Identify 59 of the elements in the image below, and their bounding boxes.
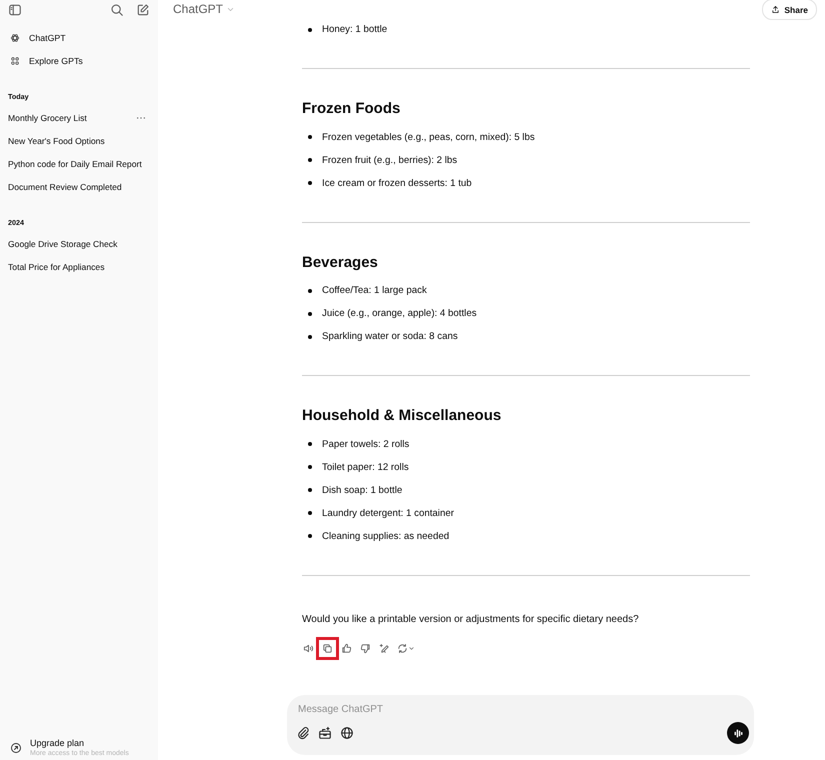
bullet-icon	[308, 28, 312, 32]
chat-history-item[interactable]: Document Review Completed	[8, 182, 122, 192]
section-heading: Household & Miscellaneous	[302, 406, 502, 426]
bullet-icon	[308, 334, 312, 338]
list-item-text: Ice cream or frozen desserts: 1 tub	[322, 178, 472, 188]
pen-plus-icon	[379, 642, 390, 654]
chat-history-item[interactable]: Google Drive Storage Check	[8, 238, 118, 248]
bullet-icon	[308, 288, 312, 292]
list-item-text: Toilet paper: 12 rolls	[322, 462, 409, 472]
caret-icon	[408, 644, 415, 652]
bullet-icon	[308, 158, 312, 162]
list-item-text: Juice (e.g., orange, apple): 4 bottles	[322, 308, 477, 319]
bullet-icon	[308, 511, 312, 515]
bullet-icon	[308, 135, 312, 139]
copy-button[interactable]	[316, 636, 339, 660]
list-item-text: Paper towels: 2 rolls	[322, 438, 410, 450]
speaker-icon	[303, 642, 314, 654]
globe-icon[interactable]	[340, 726, 354, 740]
list-item-text: Sparkling water or soda: 8 cans	[322, 331, 458, 342]
list-item-text: Frozen fruit (e.g., berries): 2 lbs	[322, 154, 458, 166]
list-item-text: Honey: 1 bottle	[322, 24, 388, 35]
thumbs-up-icon	[341, 642, 352, 654]
atom-icon	[10, 32, 20, 42]
bullet-icon	[308, 442, 312, 446]
voice-button[interactable]	[727, 722, 749, 744]
waveform-icon	[732, 726, 744, 740]
model-selector[interactable]: ChatGPT	[173, 0, 236, 18]
search-icon[interactable]	[110, 3, 124, 17]
sidebar-nav-item[interactable]: Explore GPTs	[0, 49, 158, 72]
list-item-text: Dish soap: 1 bottle	[322, 484, 402, 496]
bullet-icon	[308, 534, 312, 538]
section-heading: Beverages	[302, 252, 378, 272]
chat-history-item[interactable]: New Year's Food Options	[8, 136, 105, 146]
bullet-icon	[308, 488, 312, 492]
toolbox-icon[interactable]	[318, 726, 332, 740]
thumbs-down-icon	[360, 642, 371, 654]
sidebar-nav-item[interactable]: ChatGPT	[0, 26, 158, 49]
chat-history-item[interactable]: Monthly Grocery List	[8, 112, 87, 122]
list-item-text: Laundry detergent: 1 container	[322, 508, 454, 518]
new-chat-icon[interactable]	[136, 3, 150, 17]
list-item-text: Coffee/Tea: 1 large pack	[322, 285, 427, 296]
upload-icon	[771, 5, 780, 14]
share-button[interactable]: Share	[762, 0, 817, 20]
list-item-text: Cleaning supplies: as needed	[322, 530, 450, 542]
chat-history-item[interactable]: Total Price for Appliances	[8, 262, 104, 272]
copy-icon	[322, 642, 333, 654]
bullet-icon	[308, 465, 312, 469]
upgrade-plan-link[interactable]: Upgrade plan	[30, 738, 84, 749]
message-paragraph: Would you like a printable version or adjustments for specific dietary needs?	[302, 612, 639, 626]
grid-icon	[10, 56, 20, 66]
refresh-icon	[397, 642, 408, 654]
chat-history-item[interactable]: Python code for Daily Email Report	[8, 158, 142, 168]
list-item-text: Frozen vegetables (e.g., peas, corn, mixed): 5 lbs	[322, 132, 535, 142]
sidebar-toggle-icon[interactable]	[8, 3, 22, 17]
message-input[interactable]: Message ChatGPT	[296, 702, 546, 716]
bullet-icon	[308, 312, 312, 316]
section-heading: Frozen Foods	[302, 99, 400, 119]
bullet-icon	[308, 181, 312, 185]
paperclip-icon[interactable]	[296, 726, 310, 740]
